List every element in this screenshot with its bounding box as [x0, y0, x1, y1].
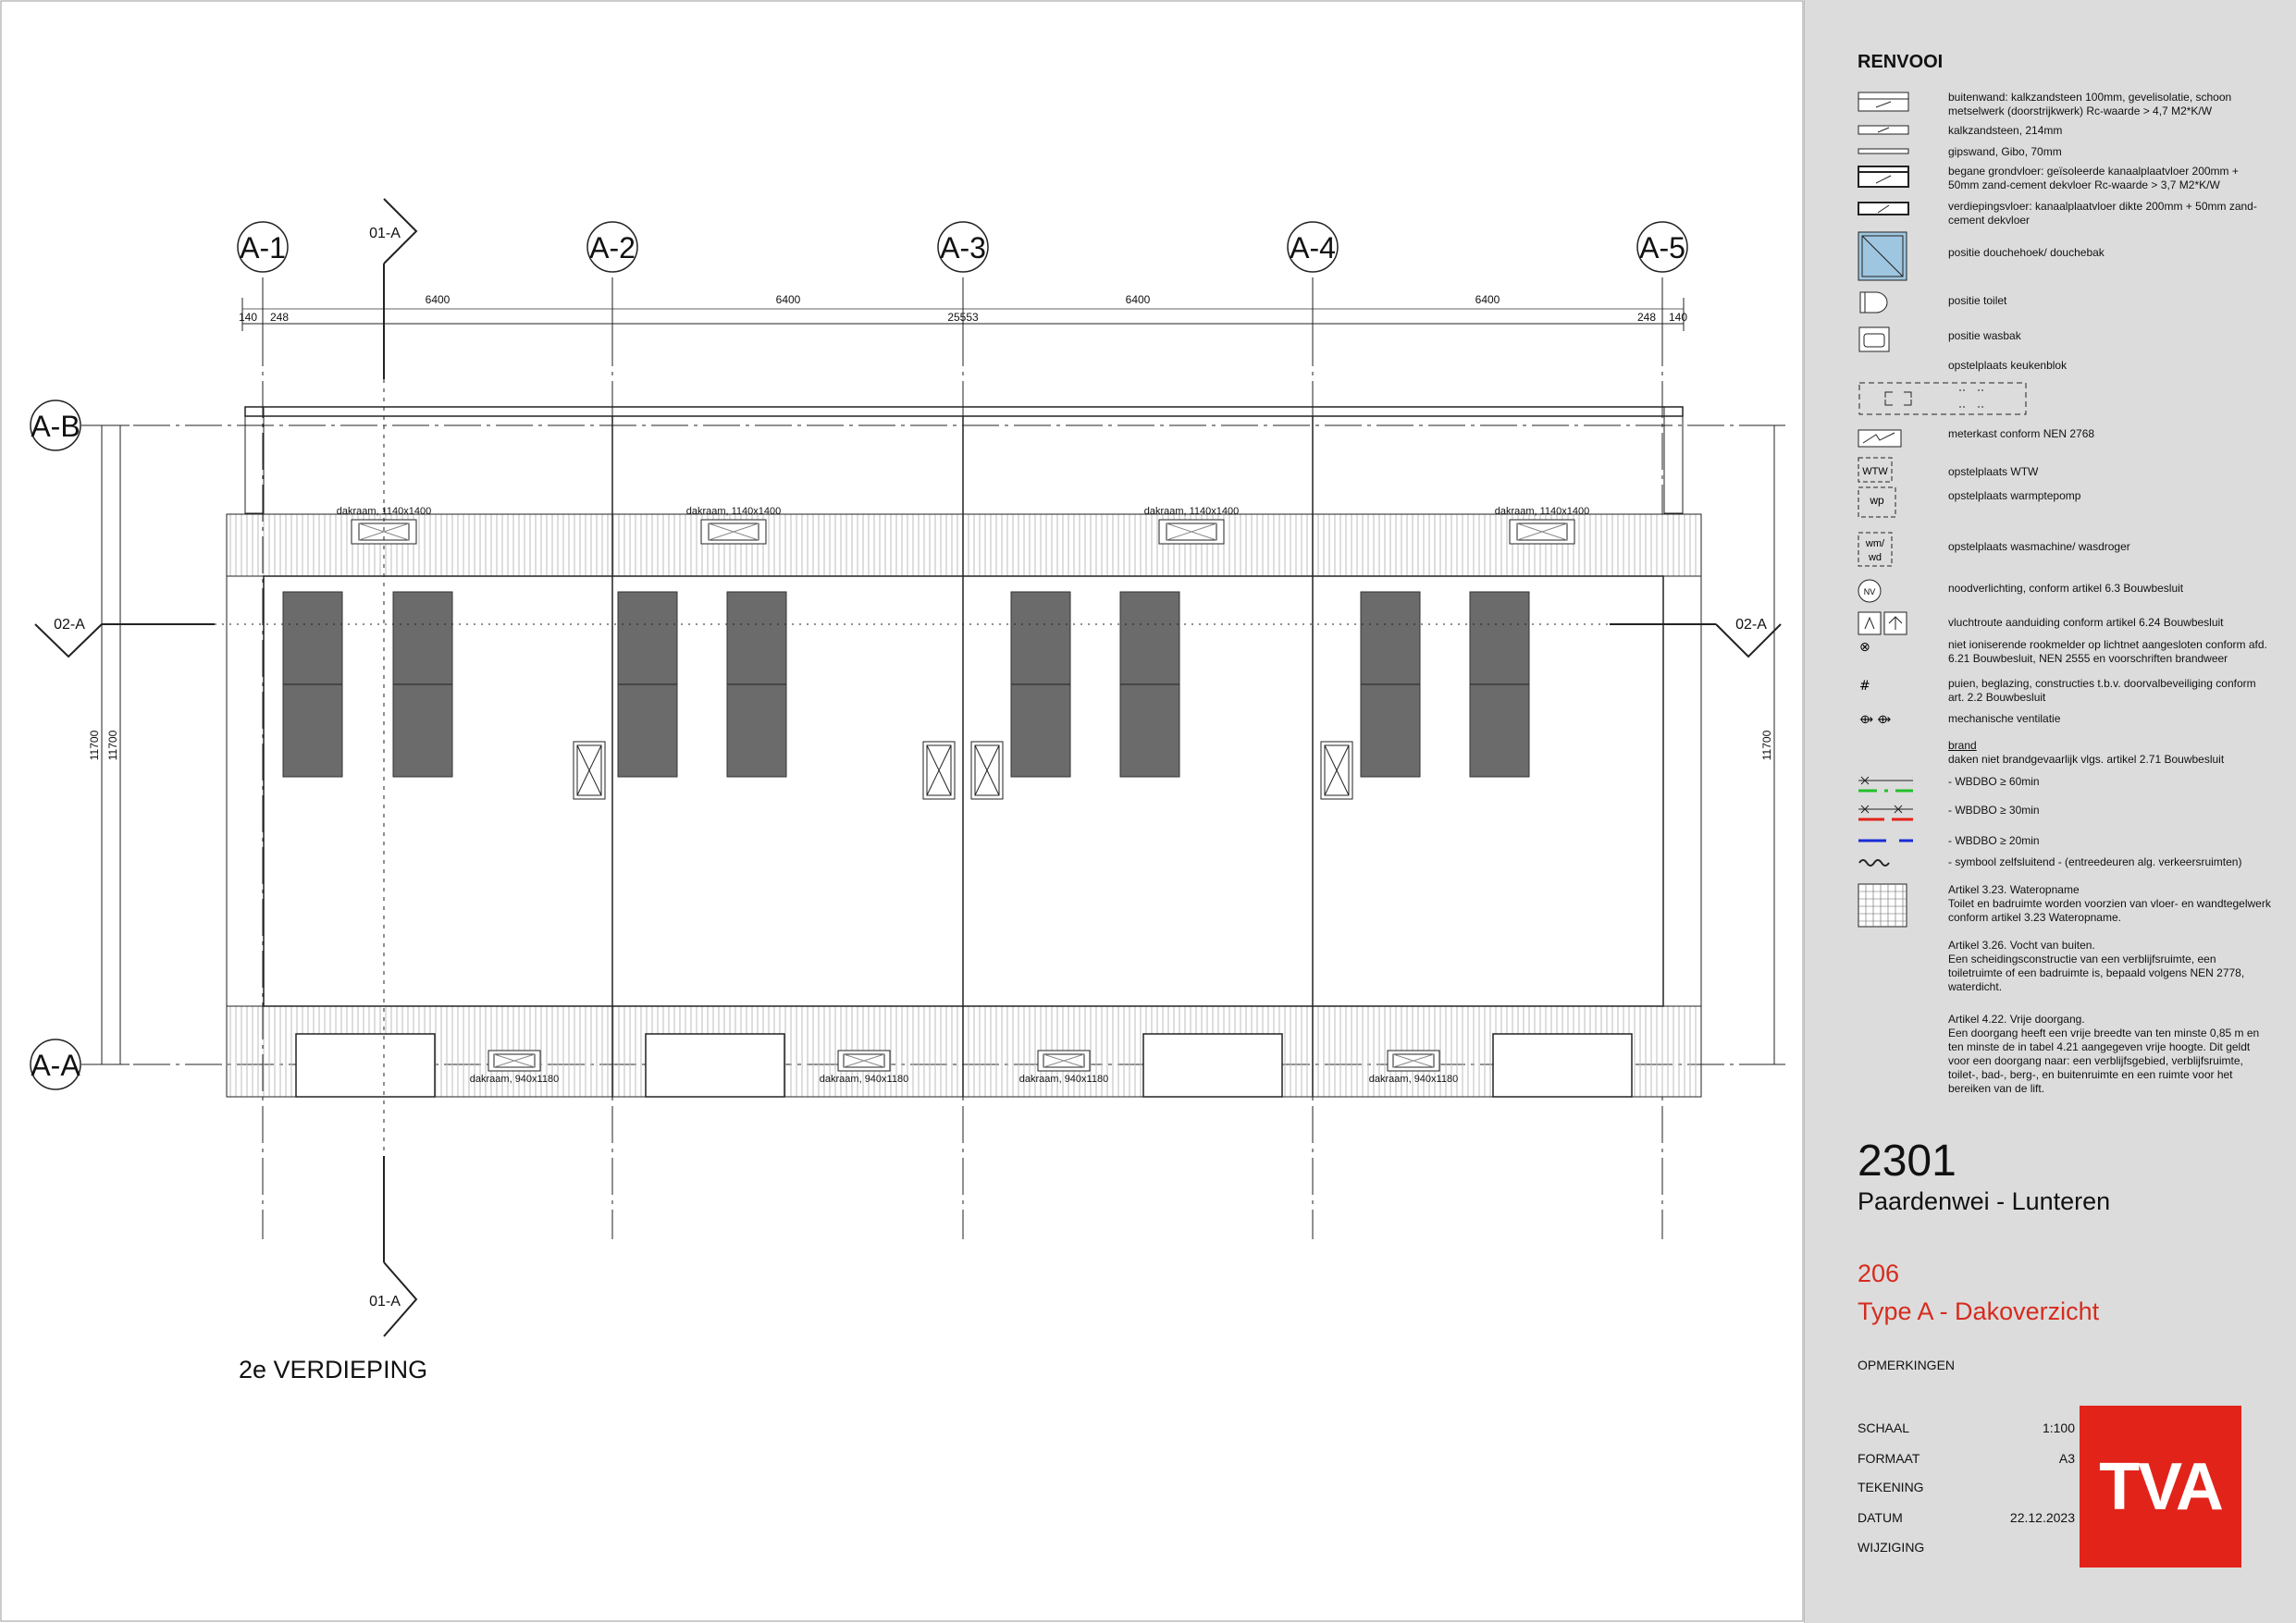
emergency-light-icon: NV	[1858, 579, 1882, 603]
svg-text:dakraam, 1140x1400: dakraam, 1140x1400	[1495, 506, 1590, 517]
project-number: 2301	[1858, 1137, 1957, 1186]
svg-text:6400: 6400	[776, 293, 801, 306]
svg-text:A-5: A-5	[1639, 231, 1685, 264]
legend-title: RENVOOI	[1858, 52, 1944, 72]
svg-text:A-B: A-B	[31, 410, 80, 443]
svg-text:wm/: wm/	[1865, 538, 1885, 549]
svg-text:A-3: A-3	[940, 231, 986, 264]
washbasin-icon	[1858, 326, 1890, 352]
svg-text:11700: 11700	[1760, 730, 1773, 760]
section-label-bottom: 01-A	[369, 1294, 401, 1309]
scale-value: 1:100	[2042, 1420, 2075, 1435]
svg-text:A-1: A-1	[240, 231, 286, 264]
revision-label: WIJZIGING	[1858, 1540, 1925, 1555]
svg-text:A-4: A-4	[1290, 231, 1336, 264]
drawing-label: TEKENING	[1858, 1480, 1924, 1494]
title-panel: RENVOOI buitenwand: kalkzandsteen 100mm,…	[1804, 0, 2296, 1623]
toilet-icon	[1859, 291, 1888, 314]
svg-text:#: #	[1859, 679, 1870, 694]
section-label-left: 02-A	[54, 617, 85, 633]
svg-text:A-2: A-2	[589, 231, 636, 264]
svg-text:⟴ ⟴: ⟴ ⟴	[1859, 713, 1891, 727]
svg-text:wp: wp	[1869, 494, 1884, 507]
wtw-icon: WTW	[1858, 457, 1893, 483]
kitchen-block-icon	[1858, 382, 2027, 415]
svg-text:NV: NV	[1864, 587, 1876, 596]
drawing-title: Type A - Dakoverzicht	[1858, 1297, 2100, 1325]
grid-bubble-a2: A-2	[586, 221, 638, 273]
svg-text:dakraam, 1140x1400: dakraam, 1140x1400	[1144, 506, 1240, 517]
svg-text:140: 140	[1669, 311, 1687, 324]
roof-band-top	[226, 513, 1702, 577]
ground-floor-icon	[1858, 166, 1909, 188]
grid-bubble-aa: A-A	[30, 1039, 81, 1090]
escape-route-icon	[1858, 611, 1907, 635]
svg-text:dakraam, 1140x1400: dakraam, 1140x1400	[686, 506, 782, 517]
svg-text:wd: wd	[1868, 552, 1882, 563]
grid-bubble-a4: A-4	[1287, 221, 1339, 273]
roof-plan-drawing: A-1 A-2 A-3 A-4 A-5 A-B A-A 140 248 6400…	[0, 0, 1804, 1622]
meter-cupboard-icon	[1858, 429, 1902, 448]
smoke-detector-icon: ⊗	[1859, 640, 1870, 655]
upper-floor-icon	[1858, 202, 1909, 215]
svg-text:11700: 11700	[106, 730, 119, 760]
svg-text:248: 248	[1637, 311, 1656, 324]
svg-text:WTW: WTW	[1862, 466, 1888, 477]
tva-logo: TVA	[2080, 1406, 2241, 1568]
floor-label: 2e VERDIEPING	[239, 1356, 427, 1383]
svg-text:dakraam, 940x1180: dakraam, 940x1180	[1019, 1074, 1108, 1085]
section-label-right: 02-A	[1735, 617, 1767, 633]
svg-text:dakraam, 940x1180: dakraam, 940x1180	[470, 1074, 559, 1085]
tile-grid-icon	[1858, 883, 1907, 928]
date-value: 22.12.2023	[2009, 1510, 2075, 1525]
grid-bubble-ab: A-B	[30, 400, 81, 451]
wall-outer-icon	[1858, 92, 1909, 112]
washing-machine-icon: wm/wd	[1858, 532, 1893, 567]
roof-band-bottom	[226, 1005, 1702, 1098]
drawing-number: 206	[1858, 1260, 1900, 1287]
section-label-top: 01-A	[369, 226, 401, 241]
fire-30-icon	[1858, 805, 1913, 821]
remarks-label: OPMERKINGEN	[1858, 1358, 1956, 1372]
svg-text:A-A: A-A	[31, 1049, 80, 1082]
format-value: A3	[2058, 1451, 2075, 1466]
glazing-icon: #	[1859, 679, 1870, 694]
self-closing-icon	[1858, 859, 1890, 867]
grid-bubble-a1: A-1	[237, 221, 289, 273]
scale-label: SCHAAL	[1858, 1420, 1910, 1435]
svg-text:140: 140	[239, 311, 257, 324]
svg-text:dakraam, 940x1180: dakraam, 940x1180	[1369, 1074, 1458, 1085]
svg-text:dakraam, 940x1180: dakraam, 940x1180	[820, 1074, 908, 1085]
grid-bubble-a5: A-5	[1636, 221, 1688, 273]
fire-60-icon	[1858, 776, 1913, 793]
grid-bubble-a3: A-3	[937, 221, 989, 273]
date-label: DATUM	[1858, 1510, 1903, 1525]
svg-text:11700: 11700	[88, 730, 101, 760]
shower-icon	[1858, 231, 1907, 281]
svg-text:6400: 6400	[426, 293, 451, 306]
project-name: Paardenwei - Lunteren	[1858, 1187, 2111, 1215]
ventilation-icon: ⟴ ⟴	[1859, 713, 1891, 727]
svg-text:25553: 25553	[947, 311, 979, 324]
svg-text:6400: 6400	[1475, 293, 1500, 306]
format-label: FORMAAT	[1858, 1451, 1920, 1466]
svg-text:⊗: ⊗	[1859, 640, 1870, 655]
svg-text:6400: 6400	[1126, 293, 1151, 306]
heat-pump-icon: wp	[1858, 486, 1896, 518]
svg-text:248: 248	[270, 311, 289, 324]
